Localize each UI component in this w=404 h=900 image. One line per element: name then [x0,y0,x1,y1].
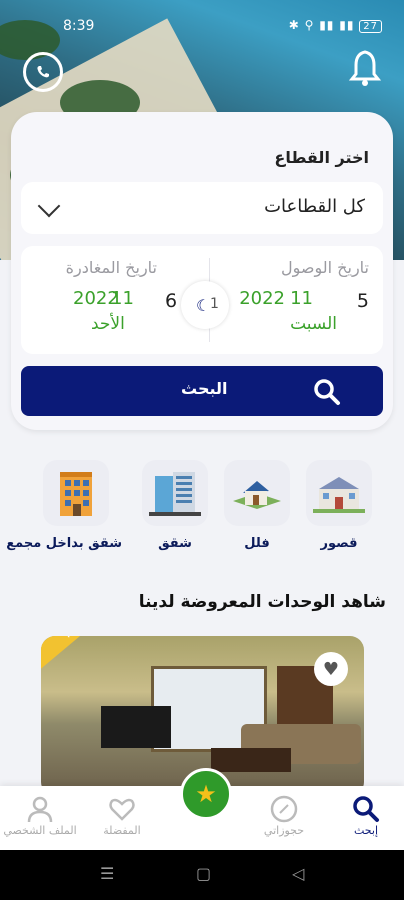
status-icons: ✱ ⚲ ▮▮ ▮▮ 27 [289,18,382,33]
building-icon [142,460,208,526]
section-title: شاهد الوحدات المعروضة لدينا [138,592,386,612]
nav-bookings[interactable]: حجوزاتي [244,794,324,837]
new-badge: New [41,636,121,669]
phone-icon [37,66,49,78]
nav-label: الملف الشخصي [3,824,77,837]
back-icon[interactable]: ◁ [292,864,304,883]
status-bar: 8:39 ✱ ⚲ ▮▮ ▮▮ 27 [0,0,404,40]
departure-label: تاريخ المغادرة [65,258,157,277]
category-label: شقق بداخل مجمع [6,536,122,551]
departure-day[interactable]: 6 [165,290,177,312]
category-label: شقق [158,536,192,551]
arrival-weekday: السبت [290,314,337,334]
whatsapp-icon[interactable] [23,52,63,92]
home-icon[interactable]: ▢ [196,864,211,883]
category-compound-apartments[interactable]: شقق بداخل مجمع [6,460,122,551]
nav-label: المفضلة [103,824,141,837]
departure-weekday: الأحد [91,314,125,334]
status-time: 8:39 [63,18,95,34]
nav-label: حجوزاتي [263,824,305,837]
compass-icon [244,794,324,824]
search-button[interactable]: البحث [21,366,383,416]
villa-icon [224,460,290,526]
unit-photo-tv [101,706,171,748]
category-label: فلل [244,536,270,551]
user-icon [0,794,80,824]
star-icon: ★ [195,780,217,808]
nights-count: 1 [210,296,219,312]
category-villas[interactable]: فلل [220,460,294,551]
nights-counter: ☾ 1 [181,281,229,329]
nav-label: إبحث [353,824,379,837]
signal-icons: ✱ ⚲ ▮▮ ▮▮ [288,18,355,32]
sector-title: اختر القطاع [274,148,369,167]
nav-favorites[interactable]: المفضلة [82,794,162,837]
star-fab-button[interactable]: ★ [180,768,232,820]
search-button-label: البحث [181,379,228,398]
battery-icon: 27 [359,20,382,33]
heart-icon [82,794,162,824]
search-icon [314,379,340,405]
moon-icon: ☾ [196,296,211,315]
category-apartments[interactable]: شقق [138,460,212,551]
departure-year: 2022 [73,288,119,309]
sector-select[interactable]: كل القطاعات [21,182,383,234]
date-range-picker[interactable]: تاريخ الوصول 5 11 2022 السبت تاريخ المغا… [21,246,383,354]
chevron-down-icon [37,194,61,218]
palace-icon [306,460,372,526]
bell-icon[interactable] [348,48,382,88]
category-label: قصور [320,536,358,551]
arrival-month: 11 [290,288,313,309]
search-card: اختر القطاع كل القطاعات تاريخ الوصول 5 1… [11,112,393,430]
nav-profile[interactable]: الملف الشخصي [0,794,80,837]
favorite-heart-icon[interactable]: ♥ [314,652,348,686]
system-navigation-bar: ☰ ▢ ◁ [0,850,404,900]
menu-icon[interactable]: ☰ [100,864,114,883]
unit-photo-table [211,748,291,772]
arrival-label: تاريخ الوصول [281,258,369,277]
arrival-day[interactable]: 5 [357,290,369,312]
nav-search[interactable]: إبحث [326,794,404,837]
arrival-year: 2022 [239,288,285,309]
sector-value: كل القطاعات [264,196,365,217]
apartment-block-icon [43,460,109,526]
search-icon [326,794,404,824]
category-palaces[interactable]: قصور [302,460,376,551]
